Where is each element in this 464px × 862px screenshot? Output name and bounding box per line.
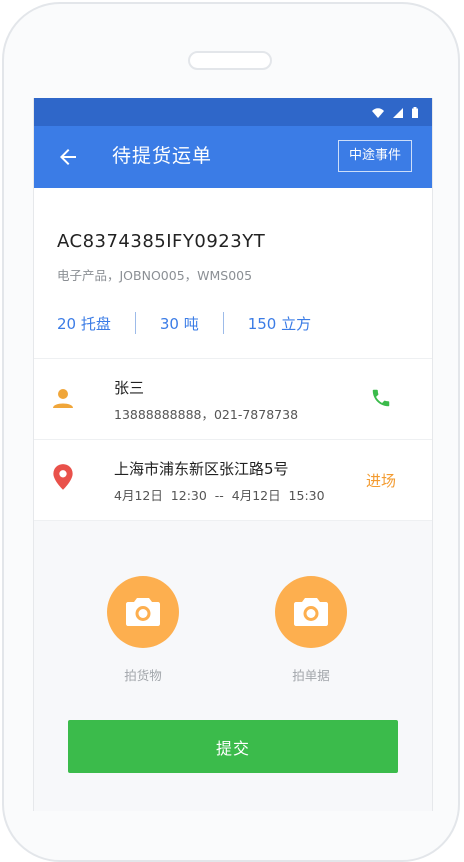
phone-icon[interactable]: [370, 387, 392, 409]
submit-button[interactable]: 提交: [68, 720, 398, 773]
pickup-time-range: 4月12日 12:30 -- 4月12日 15:30: [114, 488, 325, 503]
contact-row: 张三 13888888888，021-7878738: [34, 359, 432, 440]
stat-divider: [134, 312, 136, 334]
order-description: 电子产品，JOBNO005，WMS005: [57, 268, 253, 283]
order-number: AC8374385IFY0923YT: [57, 231, 266, 252]
contact-name: 张三: [114, 379, 145, 397]
wifi-icon: [372, 107, 384, 118]
stat-divider: [222, 312, 224, 334]
stat-pallets: 20 托盘: [57, 314, 111, 333]
contact-phones: 13888888888，021-7878738: [114, 407, 299, 422]
order-summary: AC8374385IFY0923YT 电子产品，JOBNO005，WMS005 …: [34, 188, 432, 359]
photo-goods-button[interactable]: [107, 576, 179, 648]
battery-icon: [412, 107, 418, 118]
camera-icon: [294, 598, 328, 626]
back-arrow-icon[interactable]: [56, 145, 80, 169]
enter-site-button[interactable]: 进场: [366, 470, 396, 491]
status-bar: [34, 98, 432, 126]
midway-event-button[interactable]: 中途事件: [337, 140, 412, 172]
page-title: 待提货运单: [112, 145, 213, 167]
person-icon: [53, 389, 73, 408]
photo-document-button[interactable]: [275, 576, 347, 648]
location-row: 上海市浦东新区张江路5号 4月12日 12:30 -- 4月12日 15:30 …: [34, 440, 432, 521]
order-stats: 20 托盘 30 吨 150 立方: [57, 312, 311, 334]
signal-icon: [393, 107, 403, 118]
stat-weight: 30 吨: [159, 314, 199, 333]
pickup-address: 上海市浦东新区张江路5号: [114, 460, 289, 478]
location-pin-icon: [53, 464, 73, 490]
app-bar: 待提货运单 中途事件: [34, 126, 432, 188]
waybill-card: AC8374385IFY0923YT 电子产品，JOBNO005，WMS005 …: [34, 188, 432, 521]
phone-speaker: [188, 51, 272, 70]
photo-document-label: 拍单据: [292, 668, 330, 683]
app-screen: 待提货运单 中途事件 AC8374385IFY0923YT 电子产品，JOBNO…: [33, 98, 433, 811]
camera-icon: [126, 598, 160, 626]
stat-volume: 150 立方: [247, 314, 312, 333]
photo-goods-label: 拍货物: [124, 668, 162, 683]
